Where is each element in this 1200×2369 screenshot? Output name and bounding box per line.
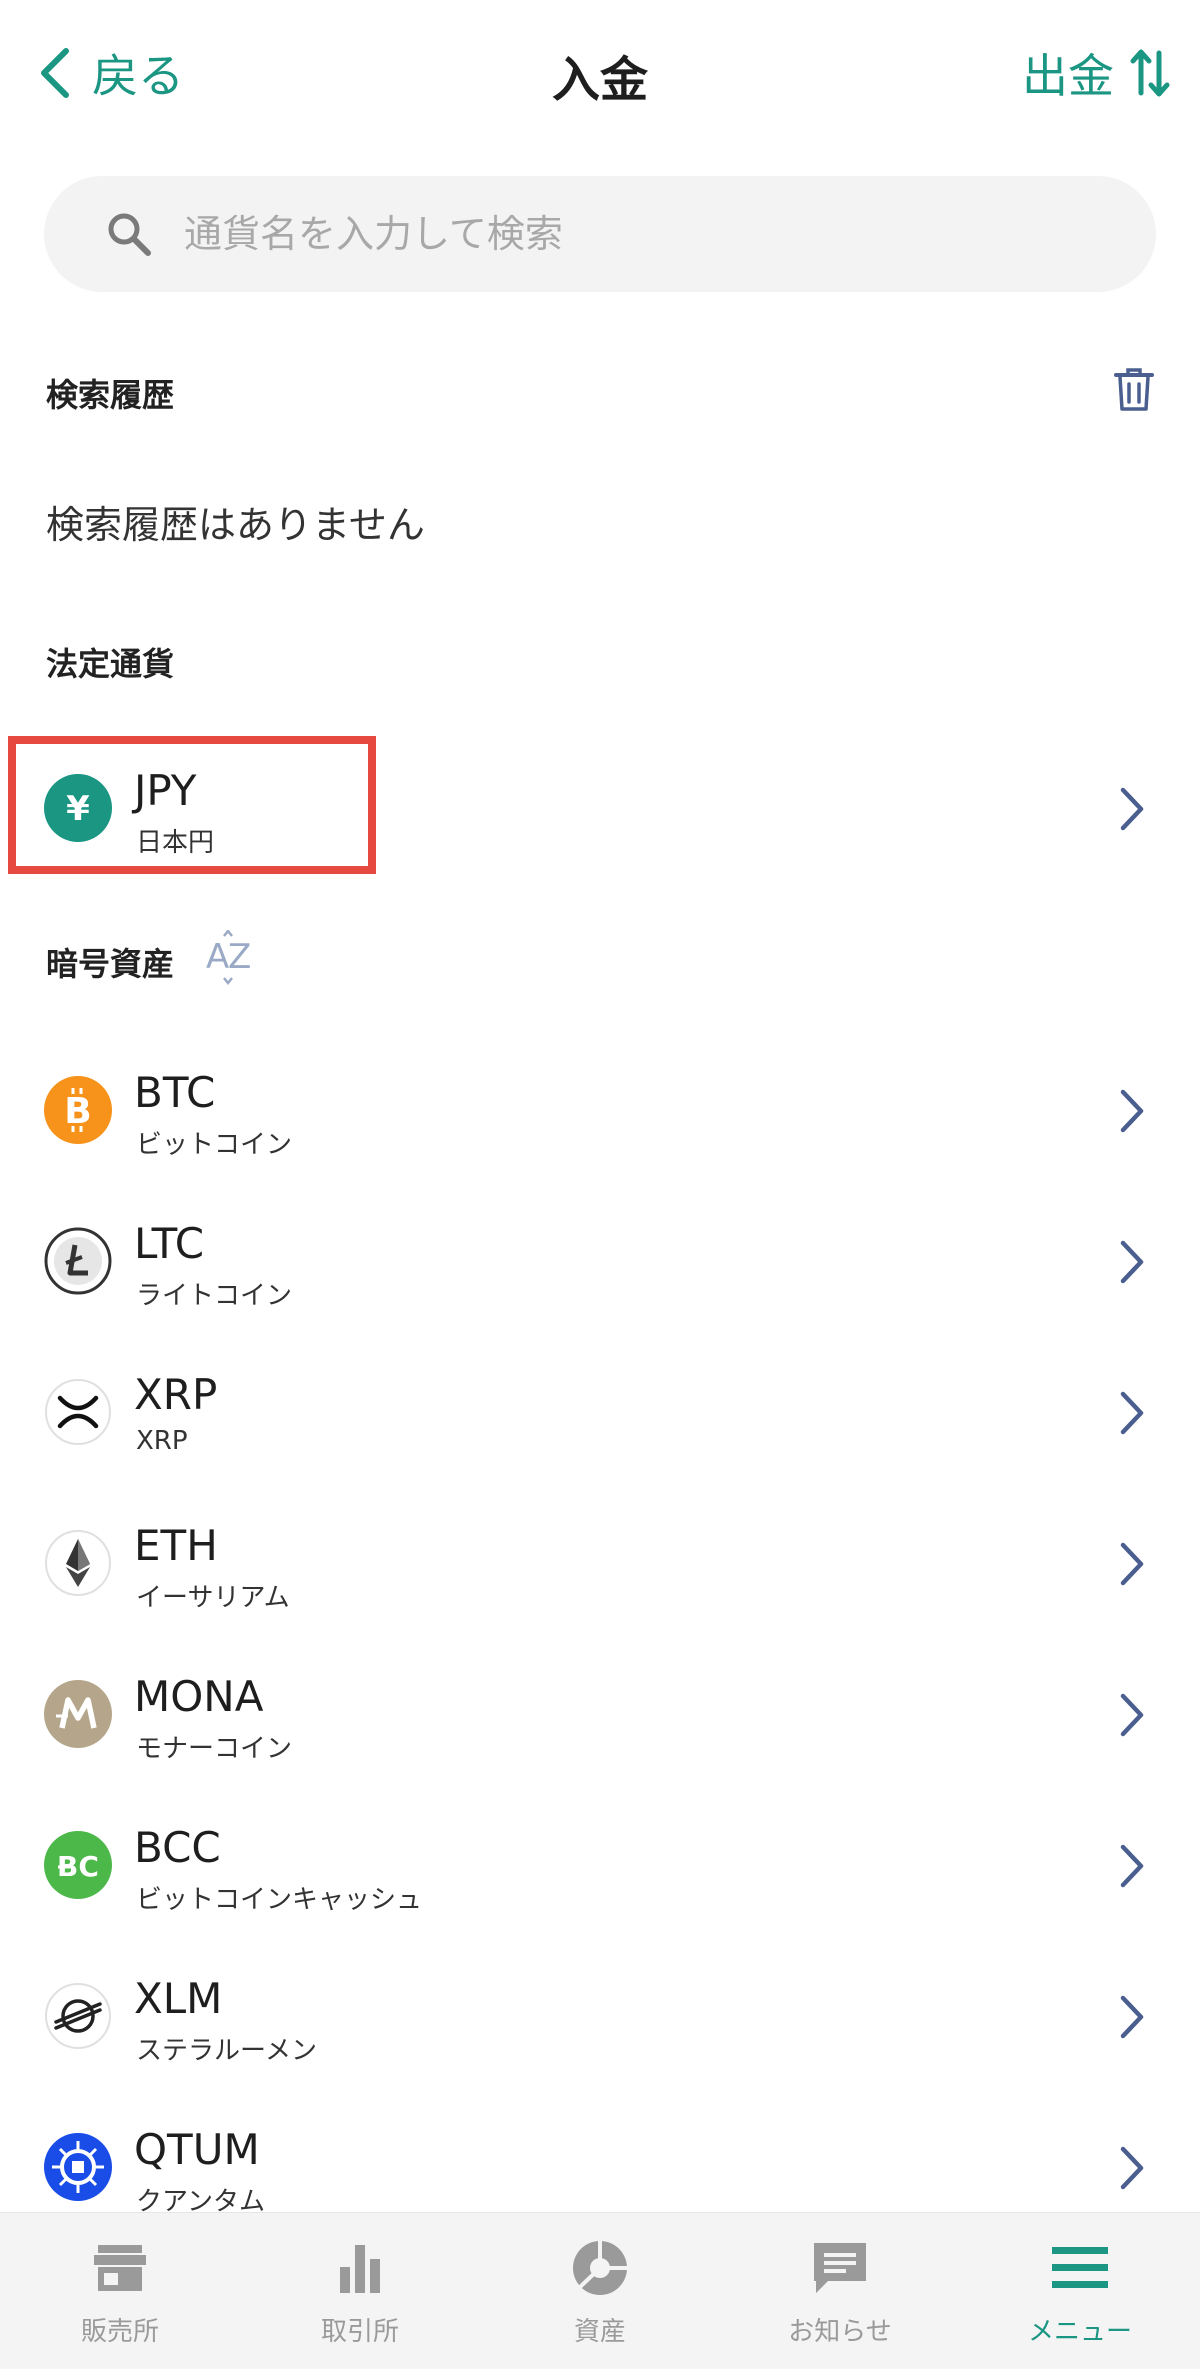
message-icon (814, 2243, 866, 2293)
chevron-right-icon (1120, 1995, 1144, 2039)
history-empty-text: 検索履歴はありません (46, 503, 425, 547)
sort-az-icon[interactable]: A Z (204, 930, 256, 986)
currency-code: XLM (134, 1974, 223, 2023)
nav-item-assets[interactable]: 資産 (480, 2213, 720, 2369)
store-icon (94, 2245, 146, 2291)
history-title: 検索履歴 (46, 376, 175, 414)
search-input[interactable] (184, 212, 1084, 256)
nav-label: 取引所 (320, 2317, 399, 2347)
crypto-title: 暗号資産 (46, 945, 175, 983)
nav-label: 販売所 (80, 2317, 159, 2347)
currency-row-eth[interactable]: ETH イーサリアム (0, 1493, 1200, 1633)
currency-name: イーサリアム (136, 1583, 290, 1613)
currency-name: XRP (136, 1426, 188, 1456)
nav-item-menu[interactable]: メニュー (960, 2213, 1200, 2369)
currency-code: BCC (134, 1823, 221, 1872)
currency-name: ビットコインキャッシュ (136, 1885, 423, 1915)
chevron-right-icon (1120, 1844, 1144, 1888)
currency-row-mona[interactable]: MONA モナーコイン (0, 1644, 1200, 1784)
currency-row-xlm[interactable]: XLM ステラルーメン (0, 1946, 1200, 2086)
search-icon (108, 213, 151, 256)
currency-name: モナーコイン (136, 1734, 293, 1764)
chevron-right-icon (1120, 1240, 1144, 1284)
svg-text:Z: Z (228, 937, 251, 977)
currency-code: MONA (134, 1672, 264, 1721)
currency-code: LTC (134, 1219, 205, 1268)
pie-chart-icon (573, 2239, 628, 2295)
xrp-icon (44, 1378, 112, 1446)
bitcoin-icon: B (44, 1076, 112, 1144)
currency-code: QTUM (134, 2125, 260, 2174)
menu-icon (1052, 2247, 1108, 2288)
withdraw-button[interactable]: 出金 (1022, 40, 1170, 106)
bottom-nav: 販売所 取引所 資産 お知らせ メニュー (0, 2212, 1200, 2369)
litecoin-icon (44, 1227, 112, 1295)
nav-label: お知らせ (788, 2317, 892, 2347)
ethereum-icon (44, 1529, 112, 1597)
nav-label: メニュー (1027, 2317, 1132, 2347)
currency-row-bcc[interactable]: BC BCC ビットコインキャッシュ (0, 1795, 1200, 1935)
currency-name: ビットコイン (136, 1130, 293, 1160)
chevron-right-icon (1120, 1391, 1144, 1435)
bar-chart-icon (340, 2245, 380, 2293)
currency-code: BTC (134, 1068, 216, 1117)
swap-arrows-icon (1130, 49, 1170, 97)
search-bar[interactable] (44, 176, 1156, 292)
nav-item-store[interactable]: 販売所 (0, 2213, 240, 2369)
chevron-right-icon (1120, 787, 1144, 831)
currency-row-xrp[interactable]: XRP XRP (0, 1342, 1200, 1482)
nav-item-notices[interactable]: お知らせ (720, 2213, 960, 2369)
nav-item-exchange[interactable]: 取引所 (240, 2213, 480, 2369)
currency-name: ステラルーメン (136, 2036, 317, 2066)
chevron-right-icon (1120, 1542, 1144, 1586)
nav-label: 資産 (573, 2317, 626, 2347)
svg-text:B: B (64, 1091, 91, 1132)
chevron-right-icon (1120, 1089, 1144, 1133)
currency-code: ETH (134, 1521, 218, 1570)
currency-code: XRP (134, 1370, 218, 1419)
highlight-box (8, 736, 376, 874)
header: 戻る 入金 出金 (0, 0, 1200, 150)
fiat-title: 法定通貨 (46, 645, 175, 683)
chevron-right-icon (1120, 1693, 1144, 1737)
chevron-right-icon (1120, 2146, 1144, 2190)
bitcoin-cash-icon: BC (44, 1831, 112, 1899)
monacoin-icon (44, 1680, 112, 1748)
withdraw-label: 出金 (1022, 49, 1114, 103)
trash-icon[interactable] (1112, 366, 1156, 412)
currency-row-ltc[interactable]: LTC ライトコイン (0, 1191, 1200, 1331)
page-title: 入金 (551, 52, 648, 108)
qtum-icon (44, 2133, 112, 2201)
stellar-icon (44, 1982, 112, 2050)
currency-name: ライトコイン (136, 1281, 293, 1311)
svg-text:A: A (206, 937, 229, 977)
currency-row-btc[interactable]: B BTC ビットコイン (0, 1040, 1200, 1180)
